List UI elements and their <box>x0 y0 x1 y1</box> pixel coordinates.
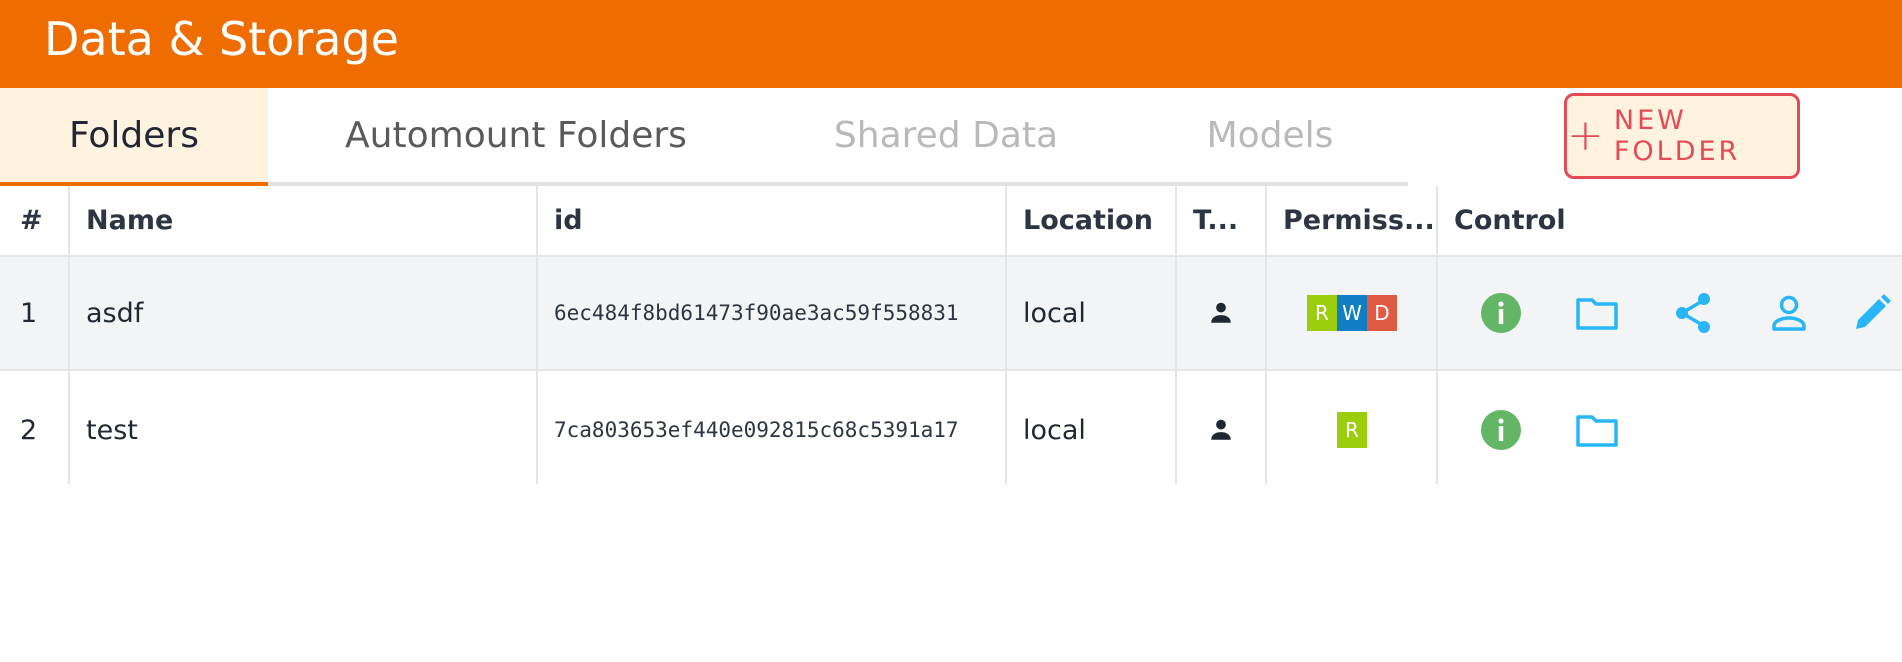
tab-models[interactable]: Models <box>1170 88 1370 182</box>
permission-cell: R <box>1267 373 1437 487</box>
folder-name: asdf <box>86 297 144 329</box>
folder-id: 7ca803653ef440e092815c68c5391a17 <box>554 418 959 442</box>
folder-info-button[interactable] <box>1471 257 1531 369</box>
pencil-icon <box>1856 294 1891 329</box>
new-folder-button[interactable]: + NEW FOLDER <box>1564 93 1800 179</box>
app-header: Data & Storage <box>0 0 1902 88</box>
row-index: 1 <box>20 297 38 329</box>
column-header-name[interactable]: Name <box>70 186 536 255</box>
column-header-type[interactable]: T... <box>1177 186 1265 255</box>
column-divider <box>1265 186 1267 484</box>
user-icon <box>1211 302 1231 323</box>
type-cell <box>1177 373 1265 487</box>
permission-badges: R W D <box>1307 295 1397 331</box>
permission-badges: R <box>1337 412 1367 448</box>
table-row[interactable]: 1 asdf 6ec484f8bd61473f90ae3ac59f558831 … <box>0 257 1902 371</box>
column-divider <box>68 186 70 484</box>
info-icon <box>1481 410 1521 450</box>
permission-delete-badge: D <box>1367 295 1397 331</box>
new-folder-label: NEW FOLDER <box>1613 105 1741 167</box>
column-header-location[interactable]: Location <box>1007 186 1175 255</box>
info-icon <box>1481 293 1521 333</box>
column-header-permission[interactable]: Permiss... <box>1267 186 1437 255</box>
permission-write-badge: W <box>1337 295 1367 331</box>
tab-shared-data[interactable]: Shared Data <box>812 88 1080 182</box>
folder-info-button[interactable] <box>1471 373 1531 487</box>
share-folder-button[interactable] <box>1663 257 1723 369</box>
column-header-control[interactable]: Control <box>1438 186 1738 255</box>
page-title: Data & Storage <box>44 12 399 66</box>
permission-read-badge: R <box>1307 295 1337 331</box>
user-outline-icon <box>1772 295 1806 331</box>
row-index: 2 <box>20 414 38 446</box>
folder-icon <box>1576 298 1618 330</box>
column-divider <box>1436 186 1438 484</box>
tab-automount-folders[interactable]: Automount Folders <box>316 88 716 182</box>
type-cell <box>1177 257 1265 369</box>
rename-folder-button[interactable] <box>1852 257 1902 369</box>
user-icon <box>1211 419 1231 440</box>
folder-name: test <box>86 414 138 446</box>
column-divider <box>536 186 538 484</box>
plus-icon: + <box>1567 110 1604 161</box>
open-folder-button[interactable] <box>1567 257 1627 369</box>
folder-location: local <box>1023 297 1086 329</box>
table-header-row: # Name id Location T... Permiss... Contr… <box>0 186 1902 257</box>
column-header-id[interactable]: id <box>538 186 1004 255</box>
column-header-index[interactable]: # <box>4 186 68 255</box>
permission-cell: R W D <box>1267 257 1437 369</box>
column-divider <box>1175 186 1177 484</box>
folder-member-button[interactable] <box>1759 257 1819 369</box>
folder-icon <box>1576 415 1618 447</box>
column-divider <box>1005 186 1007 484</box>
folder-id: 6ec484f8bd61473f90ae3ac59f558831 <box>554 301 959 325</box>
permission-read-badge: R <box>1337 412 1367 448</box>
tab-folders[interactable]: Folders <box>0 88 268 186</box>
share-icon <box>1676 293 1710 333</box>
open-folder-button[interactable] <box>1567 373 1627 487</box>
table-row[interactable]: 2 test 7ca803653ef440e092815c68c5391a17 … <box>0 373 1902 487</box>
folder-location: local <box>1023 414 1086 446</box>
